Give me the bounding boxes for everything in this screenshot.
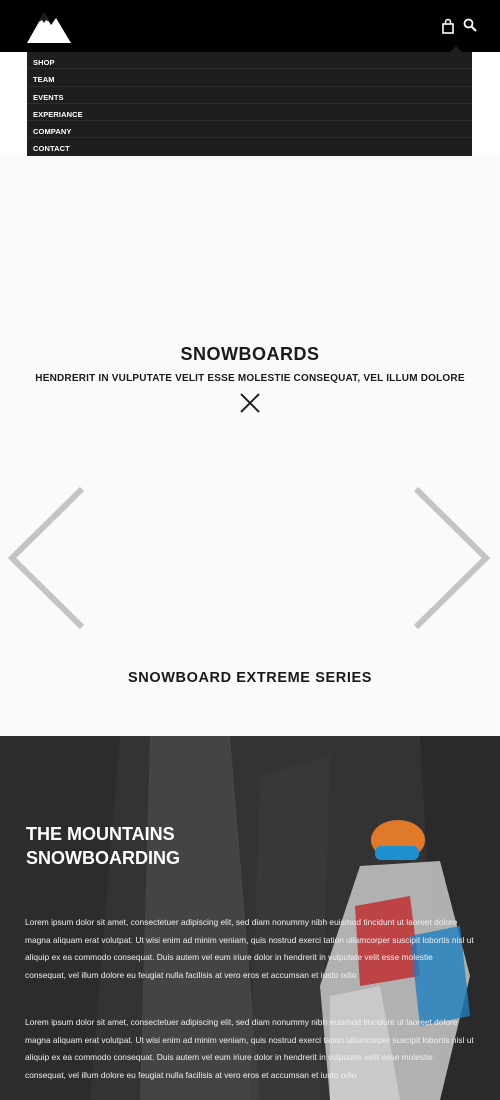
mountain-logo-icon[interactable] <box>27 10 71 43</box>
nav-item-contact[interactable]: CONTACT <box>27 138 472 155</box>
nav-link-company[interactable]: COMPANY <box>33 127 71 136</box>
section-title-line1: THE MOUNTAINS <box>26 824 175 844</box>
chevron-left-icon[interactable] <box>6 486 86 630</box>
close-icon[interactable] <box>240 393 260 413</box>
chevron-right-icon[interactable] <box>412 486 492 630</box>
nav-item-company[interactable]: COMPANY <box>27 121 472 139</box>
nav-item-team[interactable]: TEAM <box>27 69 472 87</box>
nav-link-events[interactable]: EVENTS <box>33 93 64 102</box>
nav-link-experiance[interactable]: EXPERIANCE <box>33 110 83 119</box>
nav-item-shop[interactable]: SHOP <box>27 52 472 70</box>
section-paragraph-1: Lorem ipsum dolor sit amet, consectetuer… <box>25 917 474 980</box>
nav-link-contact[interactable]: CONTACT <box>33 144 70 153</box>
shopping-bag-icon[interactable] <box>441 18 455 34</box>
main-nav-menu: SHOP TEAM EVENTS EXPERIANCE COMPANY CONT… <box>27 52 472 156</box>
section-paragraph-2: Lorem ipsum dolor sit amet, consectetuer… <box>25 1017 474 1080</box>
section-title-line2: SNOWBOARDING <box>26 848 180 868</box>
hero-title: SNOWBOARDS <box>180 344 320 364</box>
site-header <box>0 0 500 52</box>
mountains-section: THE MOUNTAINS SNOWBOARDING Lorem ipsum d… <box>0 736 500 1100</box>
section-title: THE MOUNTAINS SNOWBOARDING <box>26 822 180 870</box>
nav-item-events[interactable]: EVENTS <box>27 87 472 104</box>
hero-slider <box>0 156 500 736</box>
nav-link-shop[interactable]: SHOP <box>33 58 55 67</box>
nav-item-experiance[interactable]: EXPERIANCE <box>27 104 472 122</box>
slide-caption: SNOWBOARD EXTREME SERIES <box>127 670 372 686</box>
search-icon[interactable] <box>463 18 477 32</box>
nav-link-team[interactable]: TEAM <box>33 75 55 84</box>
hero-subtitle: HENDRERIT IN VULPUTATE VELIT ESSE MOLEST… <box>35 373 465 384</box>
